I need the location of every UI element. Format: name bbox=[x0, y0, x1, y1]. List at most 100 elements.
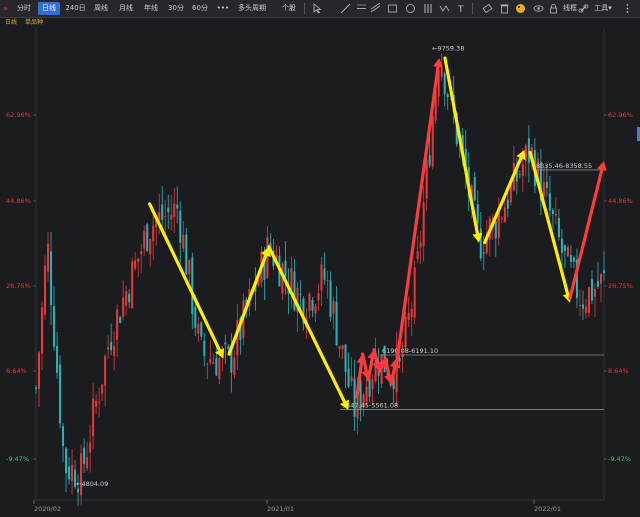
trash-icon[interactable] bbox=[499, 3, 510, 14]
candle-body bbox=[431, 116, 434, 167]
candle-body bbox=[527, 138, 530, 163]
tools-menu-button[interactable]: 工具▾ bbox=[591, 2, 615, 15]
tab-intraday[interactable]: 分时 bbox=[13, 2, 35, 15]
tab-240day[interactable]: 240日 bbox=[62, 2, 89, 15]
right-axis-label: 44.86% bbox=[608, 197, 633, 205]
candle-body bbox=[89, 442, 92, 453]
high-label: ←9759.38 bbox=[432, 45, 464, 53]
link-icon[interactable] bbox=[578, 3, 589, 14]
eraser-icon[interactable] bbox=[482, 3, 493, 14]
candle-body bbox=[581, 304, 584, 309]
candle-body bbox=[542, 181, 545, 197]
right-axis-label: 8.64% bbox=[608, 367, 629, 375]
candle-body bbox=[122, 297, 125, 318]
candle-body bbox=[77, 488, 80, 493]
candle-body bbox=[284, 260, 287, 277]
candle-body bbox=[557, 218, 560, 238]
candle-body bbox=[425, 160, 428, 199]
horizontal-line-icon[interactable] bbox=[356, 3, 367, 14]
text-tool-icon[interactable]: T bbox=[456, 3, 467, 14]
zigzag-arrow-red-shaft bbox=[361, 352, 368, 373]
candle-body bbox=[59, 364, 62, 424]
candle-body bbox=[314, 305, 317, 314]
left-axis-label: 62.96% bbox=[6, 111, 31, 119]
candle-body bbox=[176, 204, 179, 209]
toolbar-divider bbox=[472, 3, 473, 14]
candlestick-chart[interactable]: 62.96% 44.86% 26.75% 8.64% -9.47% 62.96% 44.86… bbox=[0, 18, 640, 517]
candle-body bbox=[599, 274, 602, 284]
lock-icon[interactable] bbox=[548, 3, 559, 14]
chart-panel[interactable]: 日线 单品种 62.96% 44.86% 26.75% 8.64% -9.47% 62.9… bbox=[0, 18, 640, 517]
candle-body bbox=[578, 305, 581, 306]
candle-body bbox=[92, 398, 95, 437]
circle-icon[interactable] bbox=[405, 3, 416, 14]
more-options-icon[interactable] bbox=[622, 3, 633, 14]
x-axis-label: 2021/01 bbox=[267, 505, 294, 513]
candle-body bbox=[62, 426, 65, 446]
candle-body bbox=[404, 316, 407, 347]
candle-body bbox=[416, 251, 419, 259]
tab-weekly[interactable]: 周线 bbox=[90, 2, 112, 15]
candle-body bbox=[218, 358, 221, 380]
trend-arrow-yellow-shaft bbox=[528, 150, 570, 296]
candle-body bbox=[413, 267, 416, 318]
collapse-arrow-icon[interactable]: » bbox=[3, 3, 11, 14]
candle-body bbox=[161, 204, 164, 220]
tab-30min[interactable]: 30分 bbox=[165, 2, 187, 15]
candle-body bbox=[596, 280, 599, 287]
tab-yearly[interactable]: 年线 bbox=[140, 2, 162, 15]
trend-arrow-red-head bbox=[596, 161, 607, 171]
channel-icon[interactable] bbox=[370, 3, 381, 14]
line-tool-icon[interactable] bbox=[340, 3, 351, 14]
left-axis-label: 8.64% bbox=[6, 367, 27, 375]
candle-body bbox=[65, 448, 68, 474]
candle-body bbox=[56, 345, 59, 373]
candle-body bbox=[323, 268, 326, 280]
zigzag-arrow-red-shaft bbox=[366, 357, 374, 382]
candle-body bbox=[182, 234, 185, 249]
candle-body bbox=[476, 204, 479, 224]
candle-body bbox=[593, 289, 596, 297]
candle-body bbox=[590, 279, 593, 301]
candle-body bbox=[128, 293, 131, 303]
stock-button[interactable]: 个股 bbox=[280, 2, 298, 15]
candle-body bbox=[170, 214, 173, 220]
eye-icon[interactable] bbox=[533, 3, 544, 14]
tab-monthly[interactable]: 月线 bbox=[115, 2, 137, 15]
wave-icon[interactable] bbox=[439, 3, 450, 14]
candle-body bbox=[371, 379, 374, 389]
candle-body bbox=[227, 345, 230, 349]
bars-icon[interactable] bbox=[423, 3, 434, 14]
candle-body bbox=[113, 346, 116, 356]
candle-body bbox=[38, 352, 41, 389]
candle-body bbox=[551, 209, 554, 215]
candle-body bbox=[107, 347, 110, 350]
low-label: ←4804.09 bbox=[76, 480, 108, 488]
candle-body bbox=[410, 309, 413, 318]
trend-arrow-yellow-shaft bbox=[267, 245, 347, 404]
frame-settings-button[interactable]: 线框 bbox=[562, 2, 578, 15]
tab-daily[interactable]: 日线 bbox=[38, 2, 60, 15]
candle-body bbox=[191, 257, 194, 314]
candle-body bbox=[209, 358, 212, 363]
tab-60min[interactable]: 60分 bbox=[189, 2, 211, 15]
candle-body bbox=[518, 174, 521, 175]
trend-arrow-red-shaft bbox=[568, 168, 604, 300]
candle-body bbox=[446, 93, 449, 98]
candle-body bbox=[494, 220, 497, 239]
candle-body bbox=[365, 386, 368, 402]
candle-body bbox=[86, 457, 89, 469]
candle-body bbox=[188, 260, 191, 275]
candle-body bbox=[206, 363, 209, 365]
multi-period-button[interactable]: 多头周期 bbox=[234, 2, 270, 15]
candle-body bbox=[320, 264, 323, 291]
candle-body bbox=[35, 387, 37, 389]
candle-body bbox=[68, 466, 71, 480]
candle-body bbox=[554, 213, 557, 216]
more-periods-button[interactable]: ••• bbox=[215, 2, 231, 15]
cursor-icon[interactable] bbox=[312, 3, 323, 14]
trend-arrow-yellow-shaft bbox=[148, 202, 222, 352]
palette-icon[interactable] bbox=[515, 3, 526, 14]
candle-body bbox=[41, 307, 44, 354]
rectangle-icon[interactable] bbox=[387, 3, 398, 14]
